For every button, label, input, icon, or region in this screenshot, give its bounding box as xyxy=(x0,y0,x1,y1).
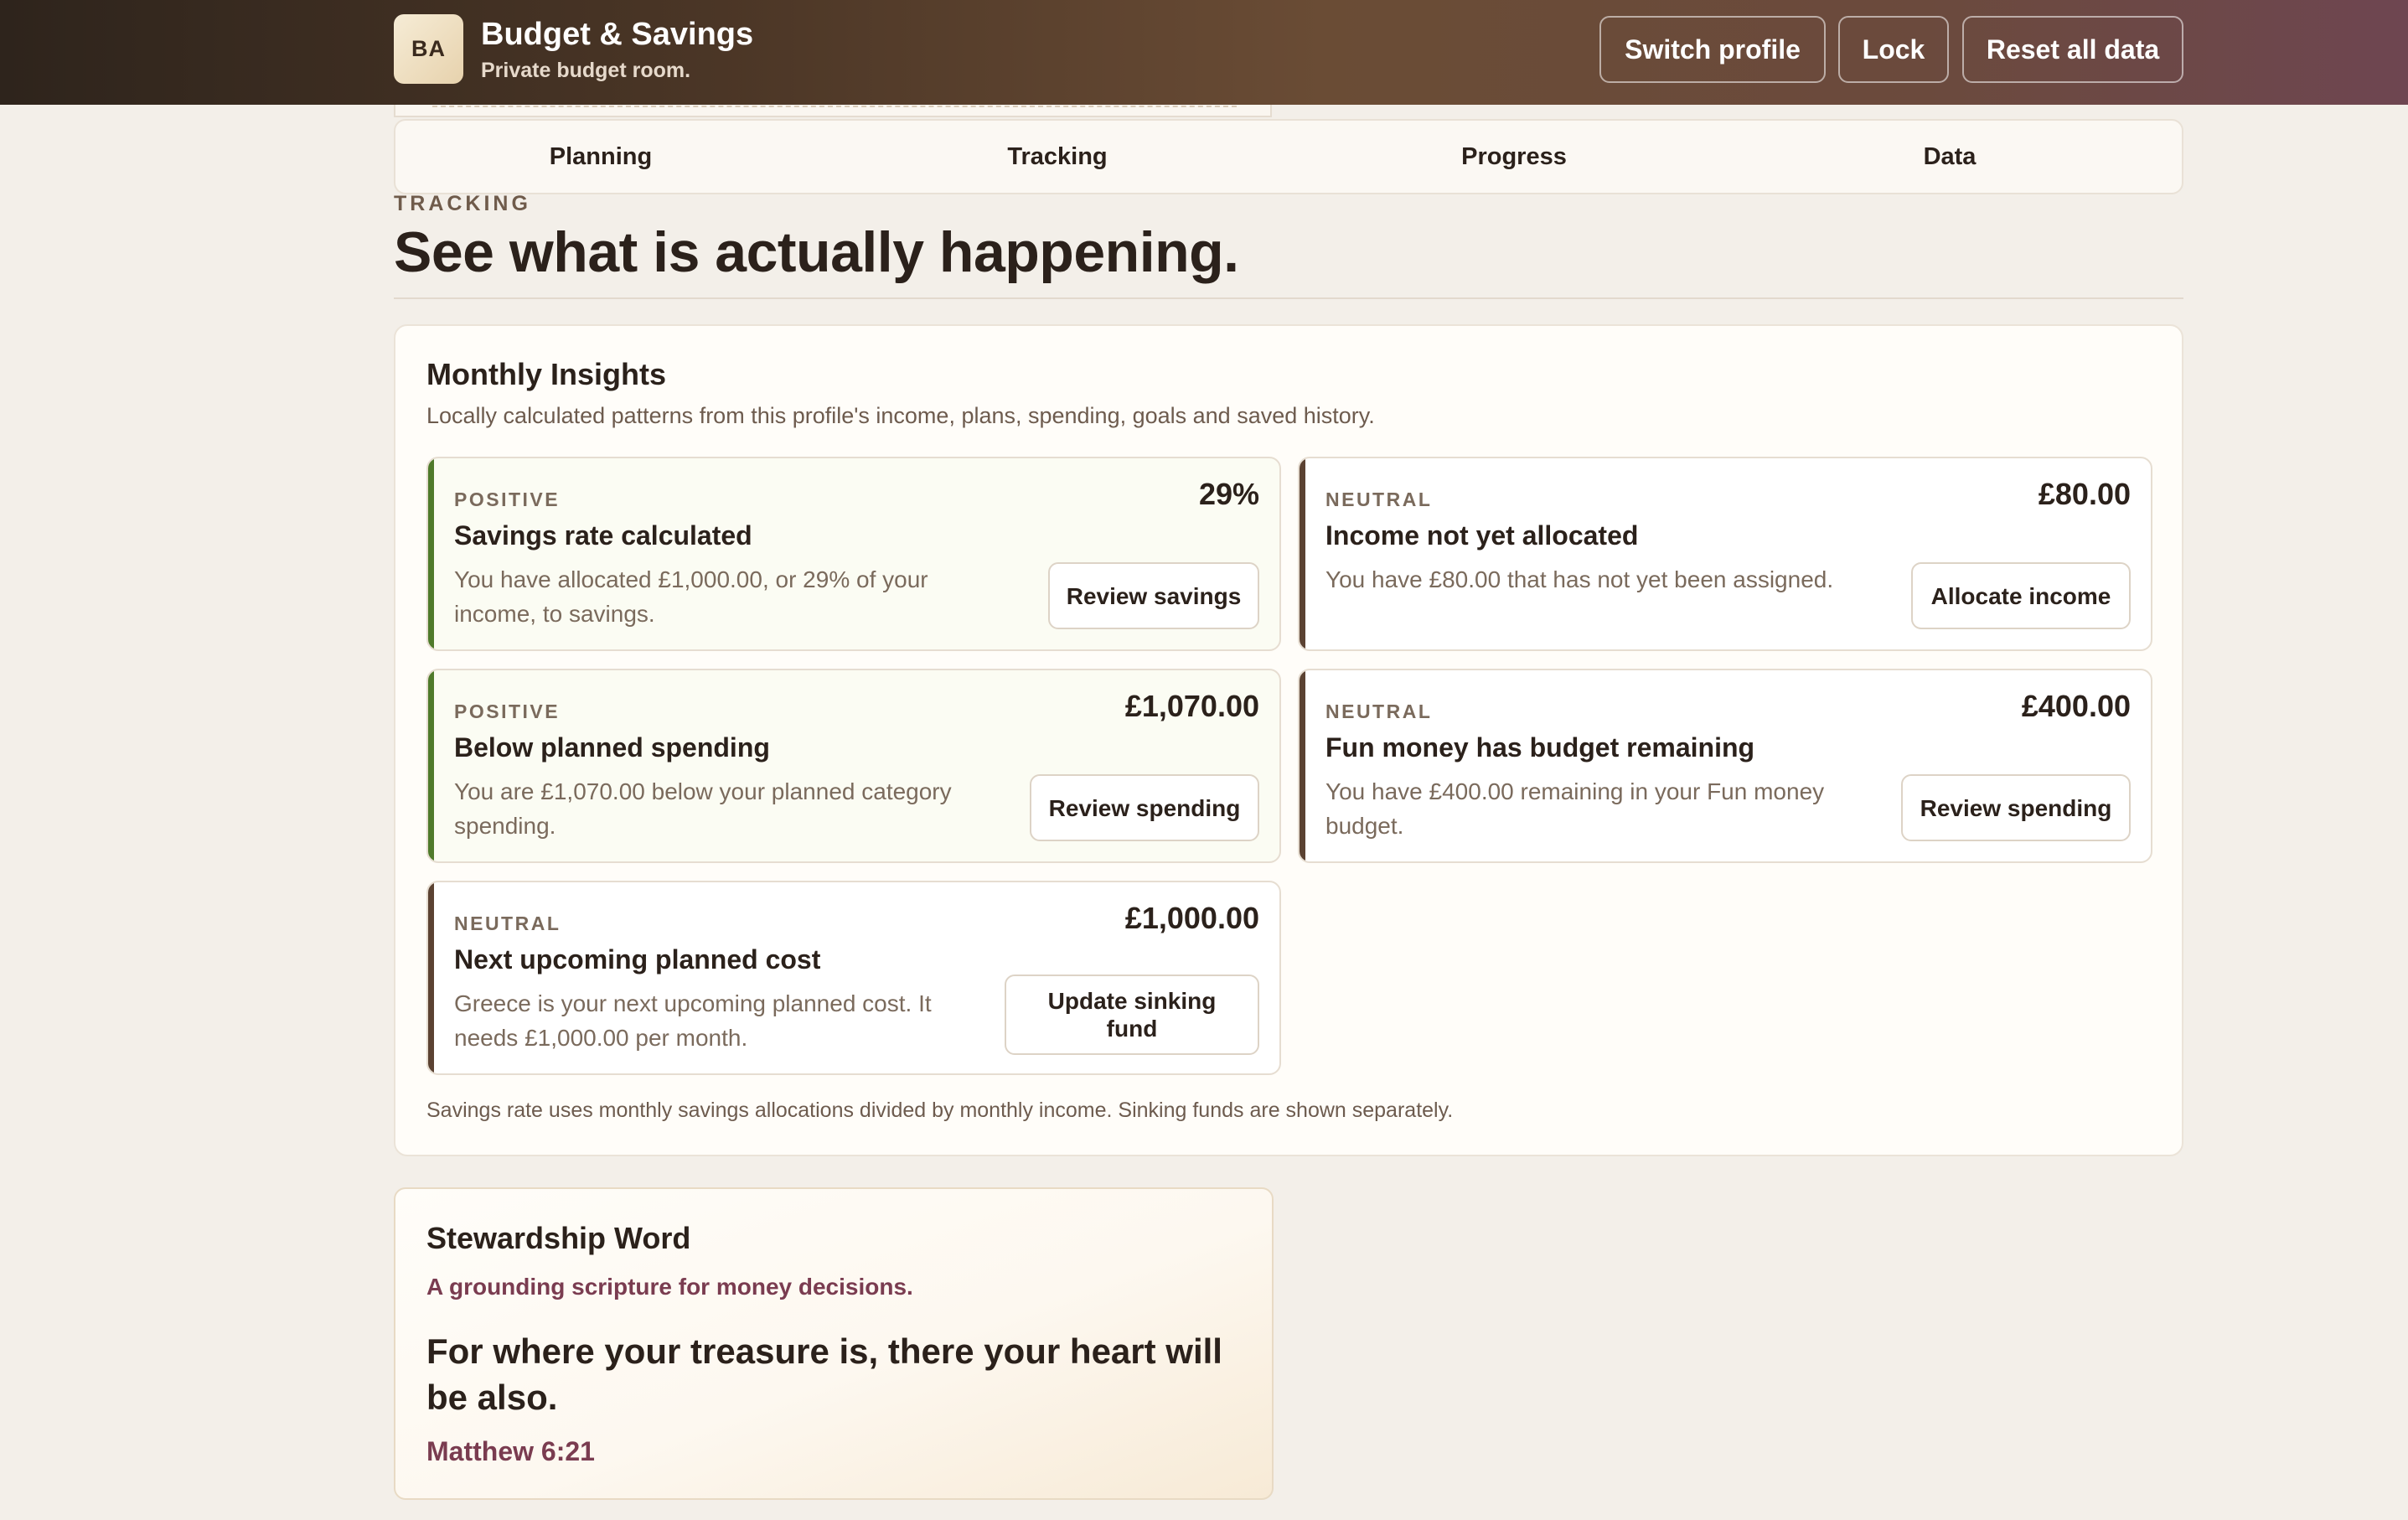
stewardship-title: Stewardship Word xyxy=(426,1221,691,1255)
card-tone-label: NEUTRAL xyxy=(1325,701,1433,722)
section-eyebrow: TRACKING xyxy=(394,192,531,215)
card-tone-label: POSITIVE xyxy=(454,701,561,722)
insight-card-savings-rate: POSITIVE 29% Savings rate calculated You… xyxy=(426,457,1281,651)
divider xyxy=(394,297,2183,299)
brand-avatar: BA xyxy=(394,14,463,84)
card-amount: £400.00 xyxy=(2021,689,2131,723)
tab-planning[interactable]: Planning xyxy=(504,121,697,193)
page-title: See what is actually happening. xyxy=(394,220,1239,284)
switch-profile-button[interactable]: Switch profile xyxy=(1599,16,1826,83)
card-title: Below planned spending xyxy=(454,732,770,763)
panel-title: Monthly Insights xyxy=(426,357,666,391)
card-accent-bar xyxy=(1300,458,1305,649)
review-savings-button[interactable]: Review savings xyxy=(1048,562,1259,629)
monthly-insights-panel: Monthly Insights Locally calculated patt… xyxy=(394,324,2183,1156)
card-title: Fun money has budget remaining xyxy=(1325,732,1755,763)
reset-all-data-button[interactable]: Reset all data xyxy=(1962,16,2183,83)
tab-progress[interactable]: Progress xyxy=(1418,121,1610,193)
card-accent-bar xyxy=(428,670,434,861)
card-amount: £1,070.00 xyxy=(1124,689,1259,723)
scripture-reference: Matthew 6:21 xyxy=(426,1436,595,1466)
card-amount: 29% xyxy=(1198,477,1259,511)
panel-footnote: Savings rate uses monthly savings alloca… xyxy=(426,1099,1454,1122)
insight-card-below-planned-spending: POSITIVE £1,070.00 Below planned spendin… xyxy=(426,669,1281,863)
review-spending-button[interactable]: Review spending xyxy=(1030,774,1259,841)
app-header: BA Budget & Savings Private budget room.… xyxy=(0,0,2408,105)
app-title: Budget & Savings xyxy=(481,17,754,52)
insight-card-next-planned-cost: NEUTRAL £1,000.00 Next upcoming planned … xyxy=(426,881,1281,1075)
stewardship-card: Stewardship Word A grounding scripture f… xyxy=(394,1187,1274,1500)
card-title: Income not yet allocated xyxy=(1325,520,1639,551)
insight-card-fun-money: NEUTRAL £400.00 Fun money has budget rem… xyxy=(1298,669,2152,863)
card-accent-bar xyxy=(1300,670,1305,861)
lock-button[interactable]: Lock xyxy=(1838,16,1949,83)
card-amount: £1,000.00 xyxy=(1124,901,1259,935)
scripture-verse: For where your treasure is, there your h… xyxy=(426,1331,1222,1417)
insight-card-unallocated-income: NEUTRAL £80.00 Income not yet allocated … xyxy=(1298,457,2152,651)
tab-data[interactable]: Data xyxy=(1853,121,2046,193)
update-sinking-fund-button[interactable]: Update sinking fund xyxy=(1005,975,1259,1055)
card-accent-bar xyxy=(428,458,434,649)
app-subtitle: Private budget room. xyxy=(481,59,691,82)
card-tone-label: POSITIVE xyxy=(454,489,561,510)
allocate-income-button[interactable]: Allocate income xyxy=(1911,562,2131,629)
card-accent-bar xyxy=(428,882,434,1073)
card-description: You are £1,070.00 below your planned cat… xyxy=(454,778,952,839)
card-description: You have allocated £1,000.00, or 29% of … xyxy=(454,566,928,627)
card-amount: £80.00 xyxy=(2038,477,2131,511)
card-tone-label: NEUTRAL xyxy=(454,913,561,934)
tab-tracking[interactable]: Tracking xyxy=(961,121,1154,193)
card-title: Savings rate calculated xyxy=(454,520,752,551)
card-description: You have £400.00 remaining in your Fun m… xyxy=(1325,778,1825,839)
card-description: Greece is your next upcoming planned cos… xyxy=(454,990,932,1051)
stewardship-subtitle: A grounding scripture for money decision… xyxy=(426,1274,913,1300)
card-description: You have £80.00 that has not yet been as… xyxy=(1325,566,1834,592)
section-tabs: Planning Tracking Progress Data xyxy=(394,119,2183,194)
review-spending-button[interactable]: Review spending xyxy=(1901,774,2131,841)
panel-subtitle: Locally calculated patterns from this pr… xyxy=(426,403,1375,428)
card-title: Next upcoming planned cost xyxy=(454,944,821,975)
card-tone-label: NEUTRAL xyxy=(1325,489,1433,510)
